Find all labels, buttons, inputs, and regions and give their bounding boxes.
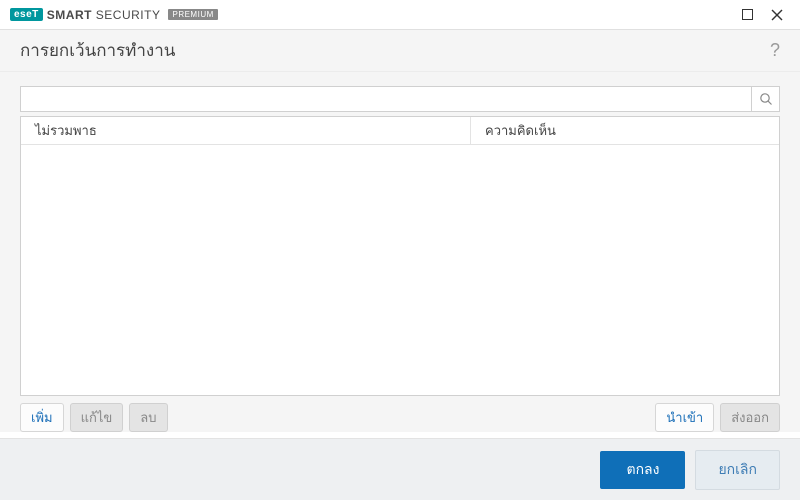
exclusions-table: ไม่รวมพาธ ความคิดเห็น [20,116,780,396]
brand-badge: eseT [10,8,43,21]
close-icon [771,9,783,21]
search-icon [759,92,773,106]
subheader: การยกเว้นการทำงาน ? [0,30,800,72]
search-row [20,86,780,112]
column-header-comment[interactable]: ความคิดเห็น [471,117,779,144]
search-input[interactable] [20,86,752,112]
import-button[interactable]: นำเข้า [655,403,714,432]
square-icon [742,9,753,20]
ok-button[interactable]: ตกลง [600,451,685,489]
close-button[interactable] [762,0,792,30]
export-button: ส่งออก [720,403,780,432]
page-title: การยกเว้นการทำงาน [20,37,175,64]
delete-button: ลบ [129,403,167,432]
titlebar: eseT SMART SECURITY PREMIUM [0,0,800,30]
help-icon[interactable]: ? [770,40,780,61]
column-header-path[interactable]: ไม่รวมพาธ [21,117,471,144]
action-row: เพิ่ม แก้ไข ลบ นำเข้า ส่งออก [20,402,780,432]
add-button[interactable]: เพิ่ม [20,403,64,432]
edit-button: แก้ไข [70,403,124,432]
table-header: ไม่รวมพาธ ความคิดเห็น [21,117,779,145]
footer: ตกลง ยกเลิก [0,438,800,500]
brand-text: SMART SECURITY [47,8,161,22]
search-button[interactable] [752,86,780,112]
content: ไม่รวมพาธ ความคิดเห็น เพิ่ม แก้ไข ลบ นำเ… [0,72,800,432]
table-body[interactable] [21,145,779,395]
cancel-button[interactable]: ยกเลิก [695,450,780,490]
premium-badge: PREMIUM [168,9,217,20]
maximize-button[interactable] [732,0,762,30]
brand: eseT SMART SECURITY PREMIUM [10,8,218,22]
